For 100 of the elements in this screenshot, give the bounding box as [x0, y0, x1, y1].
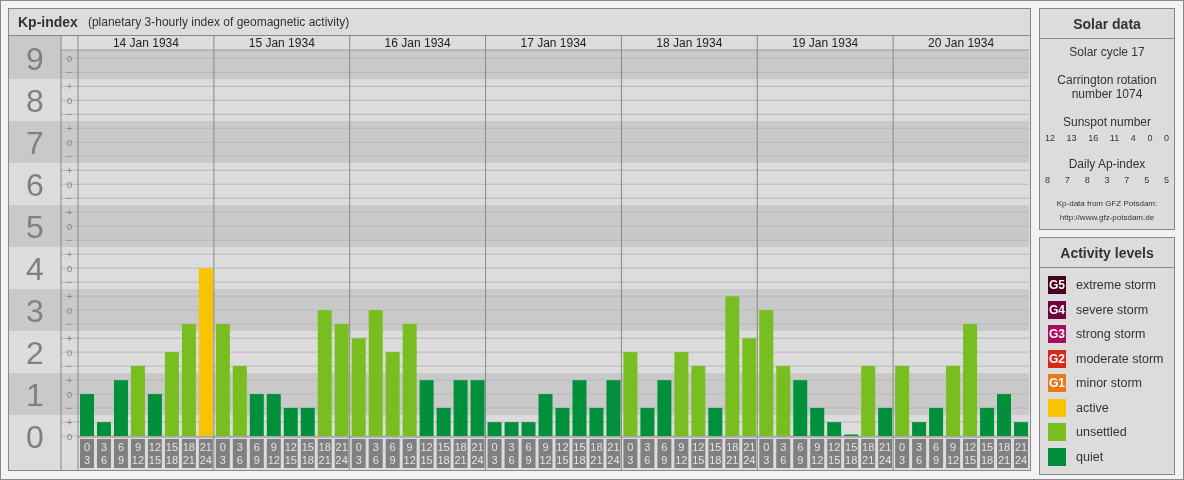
level-label: extreme storm — [1076, 278, 1156, 292]
y-tick-mark: + — [66, 80, 73, 92]
hour-label: 12 15 — [691, 439, 706, 468]
kp-bar — [1014, 422, 1028, 436]
panel-title: Solar data — [1040, 9, 1174, 39]
hour-label: 15 18 — [708, 439, 723, 468]
kp-bar — [555, 407, 570, 436]
kp-bar — [589, 407, 604, 436]
hour-label: 21 24 — [606, 439, 621, 468]
panel-title: Activity levels — [1040, 238, 1174, 268]
kp-bar — [470, 380, 485, 436]
hour-label: 3 6 — [232, 439, 247, 468]
y-axis-label: 4 — [26, 251, 44, 288]
kp-bar — [419, 380, 434, 436]
hour-label: 9 12 — [946, 439, 961, 468]
y-axis-label: 6 — [26, 167, 44, 204]
sunspot-value: 13 — [1066, 133, 1077, 143]
hour-label: 15 18 — [572, 439, 587, 468]
hour-label: 21 24 — [1014, 439, 1028, 468]
hour-label: 6 9 — [385, 439, 400, 468]
x-tick-label: 3 6 — [236, 441, 243, 466]
y-axis-label: 8 — [26, 83, 44, 120]
x-tick-label: 3 6 — [644, 441, 651, 466]
level-label: minor storm — [1076, 376, 1142, 390]
hour-label: 21 24 — [470, 439, 485, 468]
x-tick-label: 6 9 — [389, 441, 396, 466]
ap-index-value: 8 — [1045, 175, 1050, 185]
sunspot-label: Sunspot number — [1062, 115, 1152, 129]
y-tick-mark: − — [66, 192, 73, 204]
level-swatch: G3 — [1048, 325, 1066, 343]
hour-label: 0 3 — [215, 439, 230, 468]
level-label: quiet — [1076, 449, 1104, 464]
x-tick-label: 0 3 — [763, 441, 770, 466]
y-tick-mark: o — [66, 346, 73, 358]
hour-label: 0 3 — [487, 439, 502, 468]
ap-index-value: 7 — [1064, 175, 1070, 185]
y-tick-mark: o — [66, 262, 73, 274]
x-tick-label: 6 9 — [797, 441, 804, 466]
x-tick-label: 6 9 — [253, 441, 260, 466]
kp-bar — [657, 380, 672, 436]
y-tick-mark: + — [66, 164, 73, 176]
sunspot-value: 0 — [1164, 133, 1169, 143]
hour-label: 21 24 — [742, 439, 757, 468]
y-axis-label: 5 — [26, 209, 44, 246]
hour-label: 3 6 — [368, 439, 383, 468]
data-credit: Kp-data from GFZ Potsdam: — [1056, 199, 1158, 209]
x-tick-label: 6 9 — [117, 441, 125, 466]
kp-bar — [504, 422, 519, 436]
kp-bar — [113, 380, 128, 436]
x-tick-label: 3 6 — [916, 441, 923, 466]
hour-label: 12 15 — [147, 439, 162, 468]
hour-label: 9 12 — [130, 439, 145, 468]
y-tick-mark: − — [66, 402, 73, 414]
x-tick-label: 3 6 — [780, 441, 787, 466]
date-label: 18 Jan 1934 — [656, 36, 723, 50]
ap-index-value: 5 — [1163, 175, 1169, 185]
hour-label: 6 9 — [793, 439, 808, 468]
x-tick-label: 6 9 — [525, 441, 532, 466]
hour-label: 3 6 — [640, 439, 655, 468]
date-label: 16 Jan 1934 — [384, 36, 451, 50]
hour-label: 9 12 — [402, 439, 417, 468]
kp-bar — [283, 407, 298, 436]
level-label: moderate storm — [1076, 351, 1164, 366]
hour-label: 6 9 — [249, 439, 264, 468]
y-tick-mark: + — [66, 374, 73, 386]
y-tick-mark: − — [66, 276, 73, 288]
kp-bar — [606, 380, 621, 436]
y-axis-label: 9 — [26, 41, 44, 78]
kp-bar — [232, 365, 247, 436]
hour-label: 12 15 — [827, 439, 842, 468]
hour-label: 9 12 — [810, 439, 825, 468]
hour-label: 3 6 — [504, 439, 519, 468]
kp-bar — [487, 422, 502, 436]
kp-bar — [147, 394, 162, 436]
level-label: unsettled — [1076, 425, 1127, 439]
kp-bar — [266, 394, 281, 436]
hour-label: 9 12 — [674, 439, 689, 468]
kp-bar — [827, 422, 842, 436]
solar-cycle: Solar cycle 17 — [1069, 45, 1145, 59]
hour-label: 15 18 — [164, 439, 179, 468]
x-tick-label: 0 3 — [219, 441, 226, 466]
y-tick-mark: + — [66, 332, 73, 344]
sunspot-value: 12 — [1045, 133, 1055, 143]
kp-bar — [895, 365, 910, 436]
hour-label: 12 15 — [419, 439, 434, 468]
x-tick-label: 0 3 — [899, 441, 906, 466]
x-tick-label: 0 3 — [627, 441, 634, 466]
hour-label: 0 3 — [759, 439, 774, 468]
hour-label: 18 21 — [317, 439, 332, 468]
kp-bar — [97, 422, 111, 436]
kp-bar — [691, 365, 706, 436]
kp-bar — [521, 422, 536, 436]
hour-label: 9 12 — [538, 439, 553, 468]
hour-label: 3 6 — [776, 439, 791, 468]
date-label: 15 Jan 1934 — [248, 36, 315, 50]
hour-label: 18 21 — [997, 439, 1011, 468]
kp-bar — [130, 365, 145, 436]
y-tick-mark: + — [66, 248, 73, 260]
level-swatch: G2 — [1048, 349, 1066, 368]
kp-bar — [300, 407, 315, 436]
